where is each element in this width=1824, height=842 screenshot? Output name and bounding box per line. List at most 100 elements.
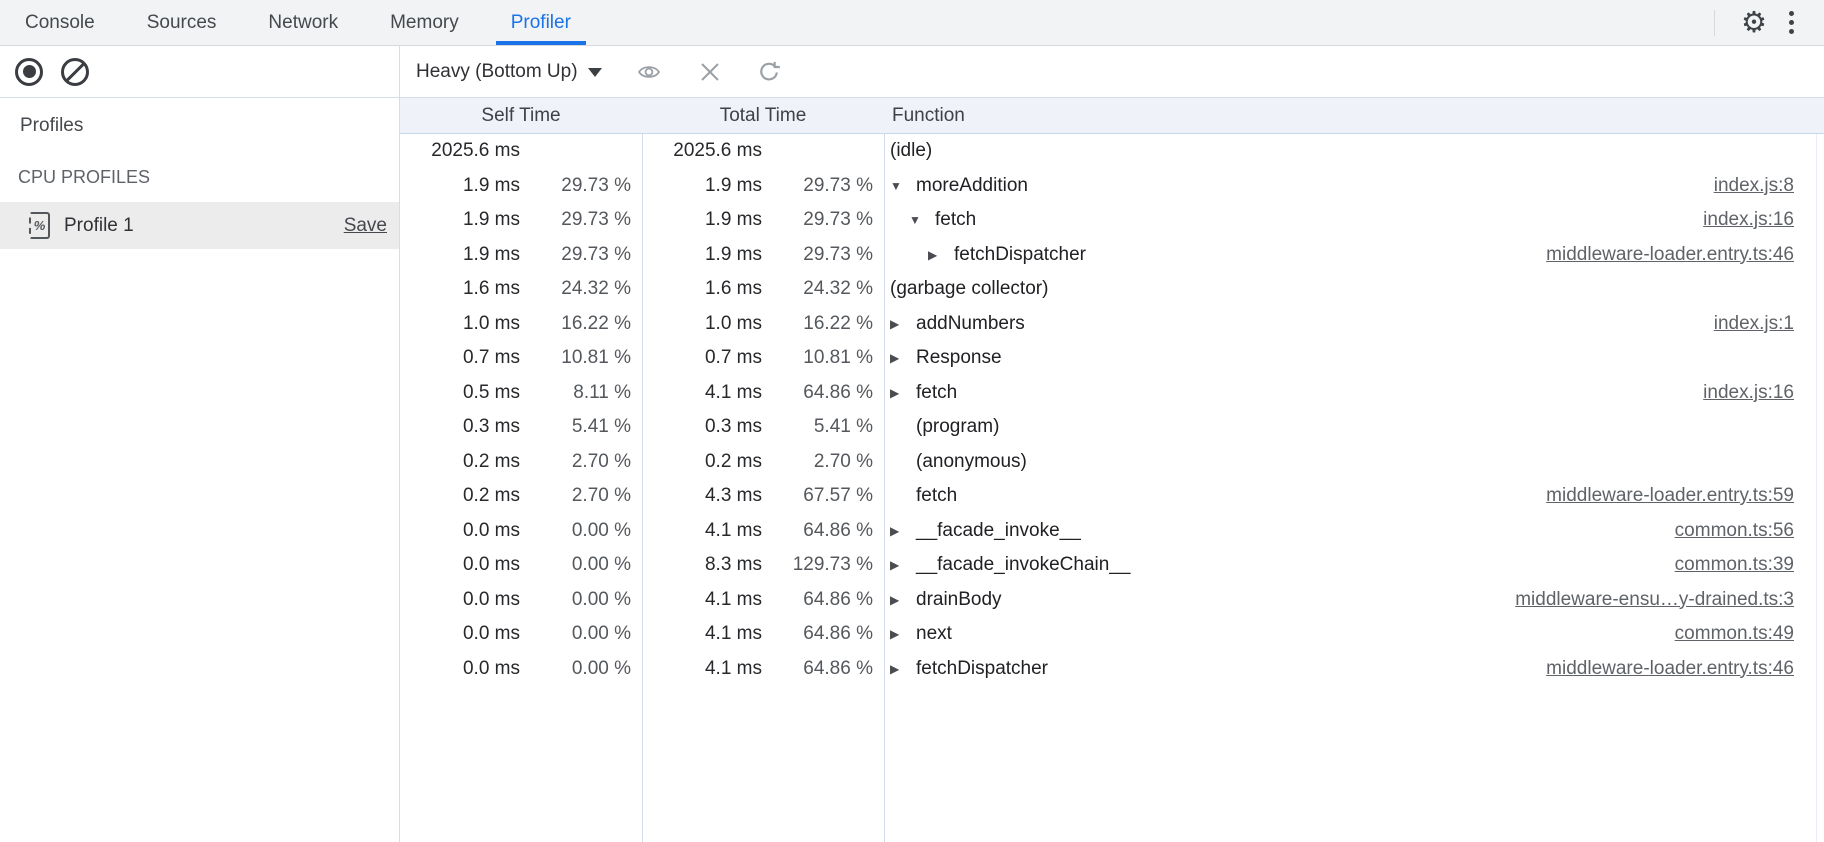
table-row[interactable]: 1.9 ms29.73 %1.9 ms29.73 %▼fetchindex.js…: [400, 203, 1824, 238]
disclosure-triangle-icon[interactable]: ▶: [890, 307, 916, 342]
source-link[interactable]: middleware-loader.entry.ts:46: [1546, 238, 1824, 273]
tab-network[interactable]: Network: [268, 0, 338, 45]
function-name: moreAddition: [916, 169, 1028, 204]
total-time-cell: 1.9 ms29.73 %: [642, 238, 884, 273]
table-row[interactable]: 2025.6 ms2025.6 ms(idle): [400, 134, 1824, 169]
table-row[interactable]: 1.0 ms16.22 %1.0 ms16.22 %▶addNumbersind…: [400, 307, 1824, 342]
function-cell: ▶fetchindex.js:16: [884, 376, 1824, 411]
disclosure-triangle-icon[interactable]: ▼: [890, 169, 916, 204]
self-time-cell-percent: 29.73 %: [520, 238, 642, 273]
table-row[interactable]: 1.6 ms24.32 %1.6 ms24.32 %(garbage colle…: [400, 272, 1824, 307]
table-row[interactable]: 0.2 ms2.70 %4.3 ms67.57 %fetchmiddleware…: [400, 479, 1824, 514]
table-row[interactable]: 1.9 ms29.73 %1.9 ms29.73 %▶fetchDispatch…: [400, 238, 1824, 273]
total-time-cell-ms: 1.9 ms: [642, 169, 762, 204]
self-time-cell-ms: 0.3 ms: [400, 410, 520, 445]
function-name: fetch: [935, 203, 976, 238]
source-link[interactable]: common.ts:56: [1675, 514, 1824, 549]
disclosure-triangle-icon[interactable]: ▶: [890, 583, 916, 618]
table-row[interactable]: 0.5 ms8.11 %4.1 ms64.86 %▶fetchindex.js:…: [400, 376, 1824, 411]
self-time-cell-percent: 29.73 %: [520, 203, 642, 238]
table-row[interactable]: 1.9 ms29.73 %1.9 ms29.73 %▼moreAdditioni…: [400, 169, 1824, 204]
column-header-self-time[interactable]: Self Time: [400, 98, 642, 133]
source-link[interactable]: index.js:1: [1714, 307, 1824, 342]
total-time-cell: 8.3 ms129.73 %: [642, 548, 884, 583]
record-icon[interactable]: [15, 58, 43, 86]
source-link[interactable]: common.ts:49: [1675, 617, 1824, 652]
disclosure-triangle-icon[interactable]: ▶: [890, 652, 916, 687]
self-time-cell: 0.0 ms0.00 %: [400, 652, 642, 687]
view-mode-dropdown[interactable]: Heavy (Bottom Up): [414, 57, 604, 87]
function-name: fetchDispatcher: [916, 652, 1048, 687]
source-link[interactable]: middleware-loader.entry.ts:46: [1546, 652, 1824, 687]
function-cell: (program): [884, 410, 1824, 445]
sidebar-item-profile-1[interactable]: % Profile 1 Save: [0, 202, 399, 249]
total-time-cell: 1.6 ms24.32 %: [642, 272, 884, 307]
column-header-total-time[interactable]: Total Time: [642, 98, 884, 133]
source-link[interactable]: index.js:8: [1714, 169, 1824, 204]
total-time-cell: 4.1 ms64.86 %: [642, 376, 884, 411]
total-time-cell: 0.2 ms2.70 %: [642, 445, 884, 480]
save-profile-link[interactable]: Save: [344, 215, 387, 237]
source-link[interactable]: index.js:16: [1703, 376, 1824, 411]
table-row[interactable]: 0.0 ms0.00 %4.1 ms64.86 %▶drainBodymiddl…: [400, 583, 1824, 618]
self-time-cell-ms: 1.9 ms: [400, 169, 520, 204]
restore-refresh-icon[interactable]: [752, 55, 786, 89]
table-row[interactable]: 0.0 ms0.00 %4.1 ms64.86 %▶fetchDispatche…: [400, 652, 1824, 687]
self-time-cell: 1.0 ms16.22 %: [400, 307, 642, 342]
exclude-close-icon[interactable]: [694, 56, 726, 88]
table-row[interactable]: 0.7 ms10.81 %0.7 ms10.81 %▶Response: [400, 341, 1824, 376]
disclosure-triangle-icon[interactable]: ▼: [909, 203, 935, 238]
disclosure-triangle-icon[interactable]: ▶: [890, 376, 916, 411]
tab-memory[interactable]: Memory: [390, 0, 459, 45]
tab-profiler[interactable]: Profiler: [511, 0, 571, 45]
function-cell: (idle): [884, 134, 1824, 169]
focus-eye-icon[interactable]: [630, 56, 668, 88]
self-time-cell: 0.0 ms0.00 %: [400, 583, 642, 618]
settings-gear-icon[interactable]: ⚙: [1733, 0, 1775, 46]
tab-console[interactable]: Console: [25, 0, 95, 45]
disclosure-triangle-icon[interactable]: ▶: [890, 548, 916, 583]
total-time-cell: 1.9 ms29.73 %: [642, 169, 884, 204]
profiles-sidebar: Profiles CPU PROFILES % Profile 1 Save: [0, 98, 400, 842]
total-time-cell: 4.1 ms64.86 %: [642, 617, 884, 652]
table-row[interactable]: 0.2 ms2.70 %0.2 ms2.70 %(anonymous): [400, 445, 1824, 480]
function-cell: ▶fetchDispatcher middleware-loader.entry.…: [884, 652, 1824, 687]
self-time-cell-ms: 0.2 ms: [400, 445, 520, 480]
column-header-function[interactable]: Function: [884, 98, 1824, 133]
source-link[interactable]: middleware-ensu…y-drained.ts:3: [1515, 583, 1824, 618]
function-name: (idle): [890, 134, 932, 169]
disclosure-triangle-icon[interactable]: ▶: [890, 514, 916, 549]
self-time-cell: 0.3 ms5.41 %: [400, 410, 642, 445]
self-time-cell-percent: 29.73 %: [520, 169, 642, 204]
total-time-cell-percent: [762, 134, 884, 169]
self-time-cell-percent: 10.81 %: [520, 341, 642, 376]
devtools-window: Console Sources Network Memory Profiler ⚙ He…: [0, 0, 1824, 842]
table-row[interactable]: 0.0 ms0.00 %8.3 ms129.73 %▶__facade_invo…: [400, 548, 1824, 583]
total-time-cell-percent: 29.73 %: [762, 238, 884, 273]
function-cell: (anonymous): [884, 445, 1824, 480]
tab-sources[interactable]: Sources: [147, 0, 217, 45]
total-time-cell-percent: 2.70 %: [762, 445, 884, 480]
table-row[interactable]: 0.0 ms0.00 %4.1 ms64.86 %▶nextcommon.ts:…: [400, 617, 1824, 652]
self-time-cell-percent: 16.22 %: [520, 307, 642, 342]
tabbar-divider: [1714, 10, 1715, 36]
more-menu-icon[interactable]: [1775, 5, 1808, 40]
disclosure-triangle-icon[interactable]: ▶: [890, 341, 916, 376]
source-link[interactable]: index.js:16: [1703, 203, 1824, 238]
chevron-down-icon: [588, 68, 602, 77]
table-row[interactable]: 0.3 ms5.41 %0.3 ms5.41 %(program): [400, 410, 1824, 445]
disclosure-triangle-icon[interactable]: ▶: [928, 238, 954, 273]
source-link[interactable]: middleware-loader.entry.ts:59: [1546, 479, 1824, 514]
self-time-cell: 1.9 ms29.73 %: [400, 169, 642, 204]
total-time-cell-percent: 64.86 %: [762, 514, 884, 549]
bottom-up-datagrid: Self Time Total Time Function 2025.6 ms2…: [400, 98, 1824, 842]
self-time-cell-ms: 0.0 ms: [400, 514, 520, 549]
total-time-cell-percent: 64.86 %: [762, 583, 884, 618]
table-row[interactable]: 0.0 ms0.00 %4.1 ms64.86 %▶__facade_invok…: [400, 514, 1824, 549]
disclosure-triangle-icon[interactable]: ▶: [890, 617, 916, 652]
self-time-cell-ms: 1.9 ms: [400, 238, 520, 273]
self-time-cell: 2025.6 ms: [400, 134, 642, 169]
source-link[interactable]: common.ts:39: [1675, 548, 1824, 583]
self-time-cell-ms: 0.5 ms: [400, 376, 520, 411]
clear-profiles-icon[interactable]: [61, 58, 89, 86]
